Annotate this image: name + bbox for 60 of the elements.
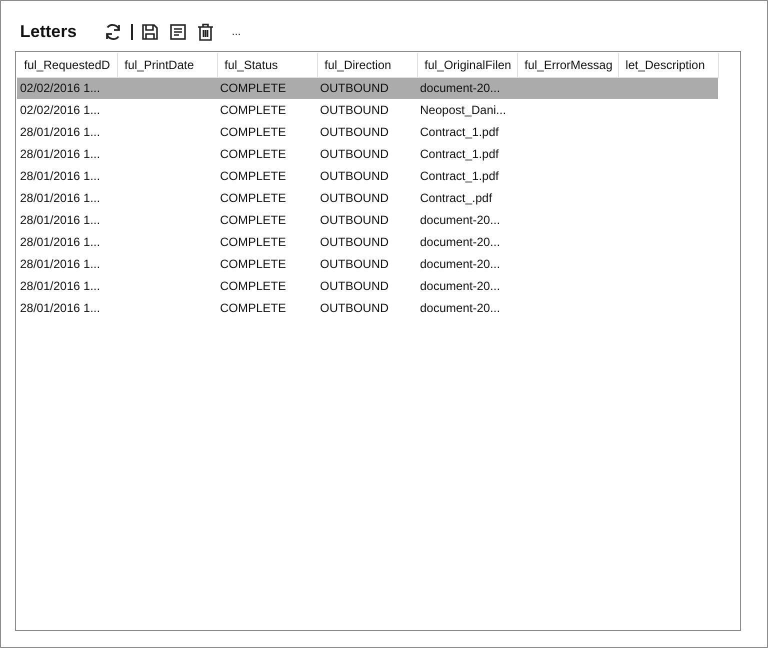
table-cell-text: OUTBOUND <box>319 256 390 273</box>
table-cell-text: 28/01/2016 1... <box>19 234 102 251</box>
trash-button[interactable] <box>196 23 214 41</box>
table-cell-text: OUTBOUND <box>319 212 390 229</box>
table-cell-text: Contract_1.pdf <box>419 168 500 185</box>
document-icon <box>168 23 187 41</box>
table-cell-text: COMPLETE <box>219 234 288 251</box>
column-header[interactable]: ful_Status <box>217 53 317 77</box>
table-cell-text: COMPLETE <box>219 124 288 141</box>
column-header[interactable]: ful_ErrorMessag <box>517 53 618 77</box>
save-button[interactable] <box>140 23 159 41</box>
table-cell-text: document-20... <box>419 212 502 229</box>
table-cell-text: COMPLETE <box>219 168 288 185</box>
table-cell: Neopost_Dani... <box>417 99 517 121</box>
column-header[interactable]: ful_PrintDate <box>117 53 217 77</box>
table-cell: OUTBOUND <box>317 77 417 99</box>
table-cell-text: Contract_.pdf <box>419 190 494 207</box>
table-cell-text: OUTBOUND <box>319 234 390 251</box>
table-cell-text: document-20... <box>419 278 502 295</box>
column-header[interactable]: ful_OriginalFilen <box>417 53 517 77</box>
table-cell-text: OUTBOUND <box>319 300 390 317</box>
table-cell-text: OUTBOUND <box>319 278 390 295</box>
table-cell-text: document-20... <box>419 300 502 317</box>
table-cell-text: OUTBOUND <box>319 168 390 185</box>
table-cell: document-20... <box>417 77 517 99</box>
column-header[interactable]: let_Description <box>618 53 718 77</box>
table-cell-text: 28/01/2016 1... <box>19 300 102 317</box>
table-cell-text: Contract_1.pdf <box>419 146 500 163</box>
table-cell-text: Contract_1.pdf <box>419 124 500 141</box>
toolbar-separator <box>130 24 133 40</box>
table-cell-text: 28/01/2016 1... <box>19 278 102 295</box>
table-cell-text: COMPLETE <box>219 300 288 317</box>
table-cell-text: OUTBOUND <box>319 146 390 163</box>
table-cell: 02/02/2016 1... <box>17 99 117 121</box>
table-cell: COMPLETE <box>217 77 317 99</box>
table-cell-text: COMPLETE <box>219 256 288 273</box>
table-cell-text: 28/01/2016 1... <box>19 256 102 273</box>
document-button[interactable] <box>168 23 187 41</box>
page-title: Letters <box>20 21 77 44</box>
column-header[interactable]: ful_RequestedD <box>17 53 117 77</box>
more-button[interactable]: ... <box>232 26 241 38</box>
table-cell-text: 28/01/2016 1... <box>19 124 102 141</box>
table-cell-text: OUTBOUND <box>319 124 390 141</box>
table-cell-text: document-20... <box>419 234 502 251</box>
table-cell-text: document-20... <box>419 256 502 273</box>
table-cell-text: COMPLETE <box>219 190 288 207</box>
table-cell-text: OUTBOUND <box>319 190 390 207</box>
table-cell: COMPLETE <box>217 99 317 121</box>
trash-icon <box>196 23 214 41</box>
column-header[interactable]: ful_Direction <box>317 53 417 77</box>
table-cell-text: 28/01/2016 1... <box>19 146 102 163</box>
save-icon <box>140 23 159 41</box>
table-cell-text: COMPLETE <box>219 146 288 163</box>
table-cell-text: COMPLETE <box>219 212 288 229</box>
table-cell-text: 28/01/2016 1... <box>19 190 102 207</box>
table-cell: OUTBOUND <box>317 99 417 121</box>
table-cell-text: 28/01/2016 1... <box>19 212 102 229</box>
table-cell-text: 28/01/2016 1... <box>19 168 102 185</box>
table-cell: 02/02/2016 1... <box>17 77 117 99</box>
table-cell-text: COMPLETE <box>219 278 288 295</box>
